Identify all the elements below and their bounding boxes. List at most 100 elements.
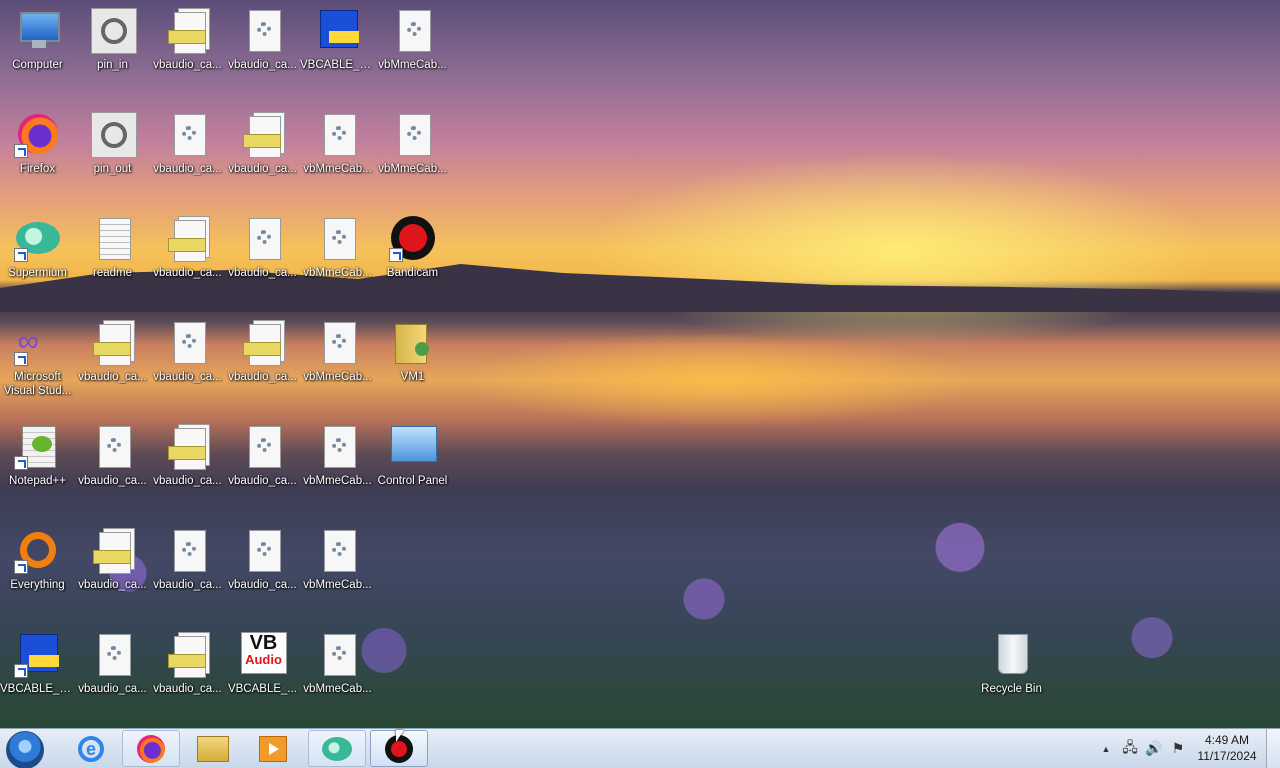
- clock-date: 11/17/2024: [1197, 749, 1257, 763]
- taskbar-media-player-button[interactable]: [244, 730, 302, 767]
- gear-file-icon: [239, 526, 287, 574]
- desktop-icon-vbaudio-file[interactable]: vbaudio_ca...: [225, 520, 300, 620]
- desktop-icon-everything[interactable]: Everything: [0, 520, 75, 620]
- vbaudio-logo-audio: Audio: [245, 652, 282, 667]
- setup-stack-icon: [89, 526, 137, 574]
- gear-file-icon: [89, 422, 137, 470]
- setup-stack-icon: [164, 422, 212, 470]
- desktop-icon-vbcable-setup[interactable]: VBCABLE_S...: [300, 0, 375, 100]
- desktop-icon-vbaudio-file[interactable]: vbaudio_ca...: [150, 312, 225, 412]
- icon-label: vbMmeCab...: [303, 475, 372, 487]
- taskbar-explorer-button[interactable]: [184, 730, 242, 767]
- icon-label: pin_out: [93, 163, 132, 175]
- icon-label: pin_in: [97, 59, 128, 71]
- desktop-icon-vbaudio-setup[interactable]: vbaudio_ca...: [150, 0, 225, 100]
- notepad-plus-plus-icon: [13, 422, 62, 470]
- desktop[interactable]: Computer pin_in vbaudio_ca... vbaudio_ca…: [0, 0, 1280, 768]
- gear-file-icon: [314, 318, 362, 366]
- tray-volume-icon[interactable]: 🔊: [1144, 729, 1164, 768]
- desktop-icon-notepad-plus-plus[interactable]: Notepad++: [0, 416, 75, 516]
- taskbar-supermium-button[interactable]: [308, 730, 366, 767]
- desktop-icon-vbaudio-file[interactable]: vbaudio_ca...: [225, 416, 300, 516]
- mouse-cursor-icon: [396, 730, 404, 742]
- show-desktop-button[interactable]: [1266, 729, 1280, 768]
- desktop-icon-vbaudio-setup[interactable]: vbaudio_ca...: [225, 312, 300, 412]
- taskbar: e ▲ 🖧 🔊 ⚑ 4:49 AM 11/17/2024: [0, 728, 1280, 768]
- tray-network-icon[interactable]: 🖧: [1120, 729, 1140, 768]
- gear-file-icon: [314, 422, 362, 470]
- icon-label: vbaudio_ca...: [228, 371, 297, 383]
- desktop-icon-vbaudio-file[interactable]: vbaudio_ca...: [75, 624, 150, 724]
- icon-label: Bandicam: [386, 267, 439, 279]
- desktop-icon-vbaudio-setup[interactable]: vbaudio_ca...: [75, 520, 150, 620]
- icon-label: Supermium: [8, 267, 67, 279]
- desktop-icon-firefox[interactable]: Firefox: [0, 104, 75, 204]
- setup-stack-icon: [164, 214, 212, 262]
- start-button[interactable]: [6, 731, 44, 768]
- desktop-icon-vbcable-logo[interactable]: VB Audio VBCABLE_...: [225, 624, 300, 724]
- desktop-icon-pin-out[interactable]: pin_out: [75, 104, 150, 204]
- desktop-icon-vbaudio-file[interactable]: vbaudio_ca...: [225, 0, 300, 100]
- taskbar-firefox-button[interactable]: [122, 730, 180, 767]
- desktop-icon-supermium[interactable]: Supermium: [0, 208, 75, 308]
- gear-file-icon: [164, 318, 212, 366]
- gear-file-icon: [239, 6, 287, 54]
- icon-label: VBCABLE_S...: [0, 683, 75, 695]
- gear-file-icon: [314, 110, 362, 158]
- desktop-icon-vbmmecable[interactable]: vbMmeCab...: [375, 0, 450, 100]
- desktop-icon-vbmmecable[interactable]: vbMmeCab...: [300, 416, 375, 516]
- icon-label: VBCABLE_...: [227, 683, 298, 695]
- icon-label: vbaudio_ca...: [78, 475, 147, 487]
- icon-label: VBCABLE_S...: [300, 59, 375, 71]
- icon-label: vbMmeCab...: [303, 683, 372, 695]
- desktop-icon-vbaudio-setup[interactable]: vbaudio_ca...: [75, 312, 150, 412]
- desktop-icon-vbmmecable[interactable]: vbMmeCab...: [300, 624, 375, 724]
- desktop-icon-vm1[interactable]: VM1: [375, 312, 450, 412]
- desktop-icon-control-panel[interactable]: Control Panel: [375, 416, 450, 516]
- taskbar-ie-button[interactable]: e: [62, 730, 120, 767]
- icon-label: vbMmeCab...: [303, 579, 372, 591]
- desktop-icon-vbaudio-setup[interactable]: vbaudio_ca...: [150, 416, 225, 516]
- icon-label: vbaudio_ca...: [78, 579, 147, 591]
- desktop-icon-vbaudio-setup[interactable]: vbaudio_ca...: [225, 104, 300, 204]
- supermium-icon: [13, 214, 62, 262]
- desktop-icon-readme[interactable]: readme: [75, 208, 150, 308]
- taskbar-clock[interactable]: 4:49 AM 11/17/2024: [1190, 732, 1264, 764]
- desktop-icon-vbaudio-setup[interactable]: vbaudio_ca...: [150, 208, 225, 308]
- everything-icon: [13, 526, 62, 574]
- desktop-icon-visual-studio[interactable]: ∞ Microsoft Visual Stud...: [0, 312, 75, 412]
- desktop-icon-pin-in[interactable]: pin_in: [75, 0, 150, 100]
- tray-overflow-chevron-icon[interactable]: ▲: [1098, 729, 1114, 768]
- shortcut-arrow-icon: [13, 456, 28, 470]
- supermium-icon: [322, 736, 352, 761]
- icon-label: Computer: [12, 59, 63, 71]
- firefox-icon: [13, 110, 62, 158]
- icon-label: Microsoft Visual Stud...: [3, 371, 72, 397]
- installer-icon: [314, 6, 362, 54]
- setup-stack-icon: [239, 318, 287, 366]
- clock-time: 4:49 AM: [1204, 733, 1250, 747]
- icon-label: vbaudio_ca...: [228, 163, 297, 175]
- desktop-icon-vbcable-setup[interactable]: VBCABLE_S...: [0, 624, 75, 724]
- desktop-icon-vbaudio-setup[interactable]: vbaudio_ca...: [150, 624, 225, 724]
- desktop-icon-vbmmecable[interactable]: vbMmeCab...: [300, 208, 375, 308]
- desktop-icon-vbmmecable[interactable]: vbMmeCab...: [300, 520, 375, 620]
- icon-label: vbMmeCab...: [303, 267, 372, 279]
- icon-label: vbaudio_ca...: [153, 371, 222, 383]
- tray-action-center-flag-icon[interactable]: ⚑: [1168, 729, 1188, 768]
- desktop-icon-bandicam[interactable]: Bandicam: [375, 208, 450, 308]
- desktop-icon-vbmmecable[interactable]: vbMmeCab...: [300, 104, 375, 204]
- desktop-icon-vbaudio-file[interactable]: vbaudio_ca...: [150, 104, 225, 204]
- gear-file-icon: [389, 110, 437, 158]
- recycle-bin-icon: [988, 630, 1036, 678]
- desktop-icon-vbmmecable[interactable]: vbMmeCab...: [375, 104, 450, 204]
- gear-file-icon: [314, 526, 362, 574]
- desktop-icon-vbaudio-file[interactable]: vbaudio_ca...: [150, 520, 225, 620]
- desktop-icon-vbaudio-file[interactable]: vbaudio_ca...: [75, 416, 150, 516]
- desktop-icon-vbmmecable[interactable]: vbMmeCab...: [300, 312, 375, 412]
- desktop-icon-vbaudio-file[interactable]: vbaudio_ca...: [225, 208, 300, 308]
- desktop-icon-recycle-bin[interactable]: Recycle Bin: [974, 624, 1049, 724]
- visual-studio-icon: ∞: [13, 318, 62, 366]
- desktop-icon-computer[interactable]: Computer: [0, 0, 75, 100]
- folder-icon: [197, 735, 229, 762]
